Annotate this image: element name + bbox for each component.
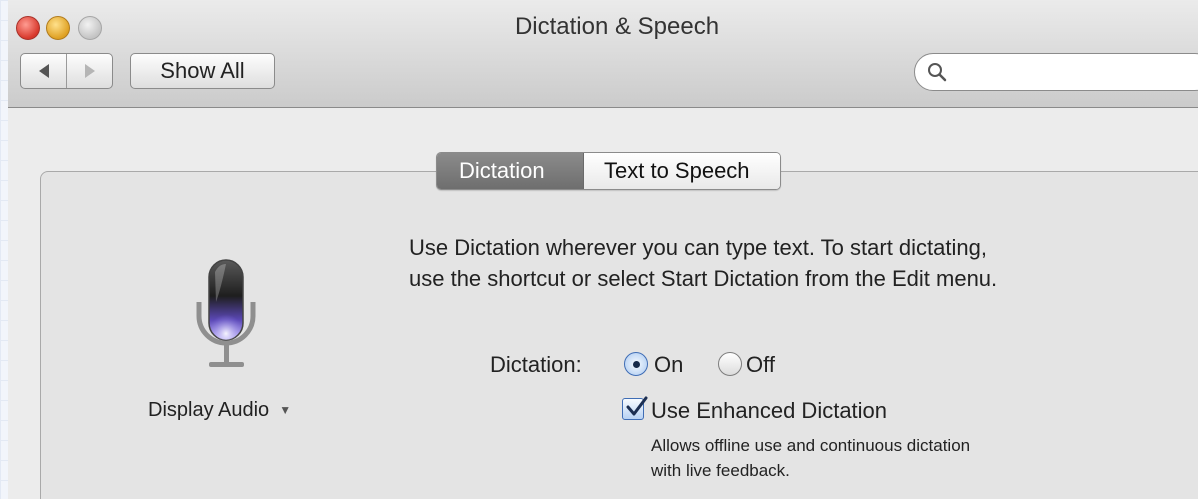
microphone-source-popup[interactable]: Display Audio ▼ [148,399,291,422]
toolbar: Dictation & Speech Show All [8,0,1198,108]
use-enhanced-dictation-label[interactable]: Use Enhanced Dictation [651,398,887,424]
tab-text-to-speech[interactable]: Text to Speech [584,153,780,189]
dictation-off-radio[interactable] [718,352,742,376]
dictation-description: Use Dictation wherever you can type text… [409,232,1169,294]
dictation-label: Dictation: [490,352,582,377]
enhanced-dictation-hint: Allows offline use and continuous dictat… [651,433,1071,483]
dictation-off-label[interactable]: Off [746,352,775,378]
tab-dictation[interactable]: Dictation [437,153,584,189]
dictation-on-radio[interactable] [624,352,648,376]
back-forward-control [20,53,113,89]
back-arrow-icon [38,64,49,78]
description-line: use the shortcut or select Start Dictati… [409,266,998,291]
dictation-on-label[interactable]: On [654,352,683,378]
window-title: Dictation & Speech [514,13,720,40]
search-field[interactable] [914,53,1198,91]
microphone-icon [196,259,256,367]
show-all-button[interactable]: Show All [130,53,275,89]
hint-line: Allows offline use and continuous dictat… [651,436,971,455]
forward-button[interactable] [66,54,112,88]
back-button[interactable] [21,54,66,88]
tab-bar: Dictation Text to Speech [436,152,781,190]
search-input[interactable] [955,58,1198,88]
preferences-window: Dictation & Speech Show All Dictation Te… [8,0,1198,499]
description-line: Use Dictation wherever you can type text… [409,235,987,260]
hint-line: with live feedback. [651,461,790,480]
search-icon [928,63,947,82]
chevron-down-icon: ▼ [279,403,292,417]
microphone-source-label: Display Audio [148,399,270,421]
use-enhanced-dictation-checkbox[interactable] [622,396,648,420]
forward-arrow-icon [84,64,95,78]
checkmark-icon [626,396,648,416]
